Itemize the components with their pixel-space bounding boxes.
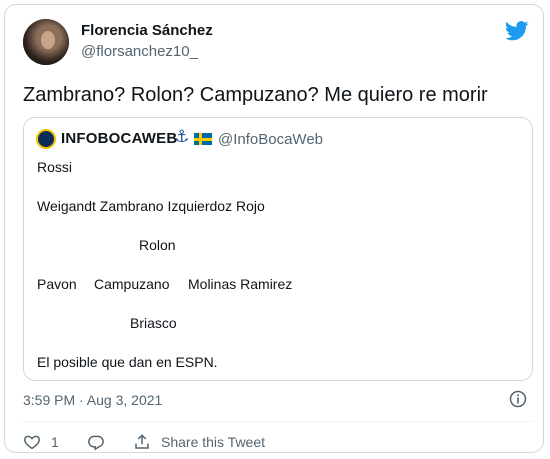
quoted-line-6: El posible que dan en ESPN. (37, 354, 218, 370)
share-icon (135, 434, 149, 449)
share-label: Share this Tweet (161, 434, 266, 450)
like-count: 1 (51, 434, 59, 450)
quoted-line-1: Rossi (37, 159, 73, 175)
twitter-bird-icon[interactable] (505, 21, 529, 41)
author-avatar[interactable] (23, 19, 69, 65)
author-name[interactable]: Florencia Sánchez (81, 22, 213, 39)
heart-icon (24, 435, 40, 450)
quoted-handle: @InfoBocaWeb (218, 131, 324, 148)
tweet-card: Florencia Sánchez @florsanchez10_ Zambra… (4, 4, 544, 453)
quoted-line-5: Briasco (130, 315, 177, 331)
tweet-text: Zambrano? Rolon? Campuzano? Me quiero re… (23, 84, 488, 106)
divider (23, 421, 533, 422)
quoted-tweet[interactable]: INFOBOCAWEB ⚓ @InfoBocaWeb Rossi Weigand… (23, 117, 533, 381)
quoted-line-3: Rolon (139, 237, 176, 253)
reply-icon (88, 435, 104, 451)
like-button[interactable]: 1 (23, 433, 59, 451)
quoted-line-4c: Molinas Ramirez (188, 276, 293, 292)
quoted-line-4b: Campuzano (94, 276, 170, 292)
info-icon[interactable] (509, 390, 527, 408)
share-button[interactable]: Share this Tweet (133, 433, 265, 451)
anchor-icon: ⚓ (174, 127, 190, 146)
quoted-avatar[interactable] (36, 129, 56, 149)
tweet-timestamp[interactable]: 3:59 PM · Aug 3, 2021 (23, 392, 162, 408)
reply-button[interactable] (87, 433, 105, 451)
author-handle[interactable]: @florsanchez10_ (81, 43, 198, 60)
quoted-line-4a: Pavon (37, 276, 77, 292)
quoted-line-2: Weigandt Zambrano Izquierdoz Rojo (37, 198, 265, 214)
sweden-flag-icon (194, 133, 212, 145)
quoted-name[interactable]: INFOBOCAWEB (61, 130, 177, 147)
